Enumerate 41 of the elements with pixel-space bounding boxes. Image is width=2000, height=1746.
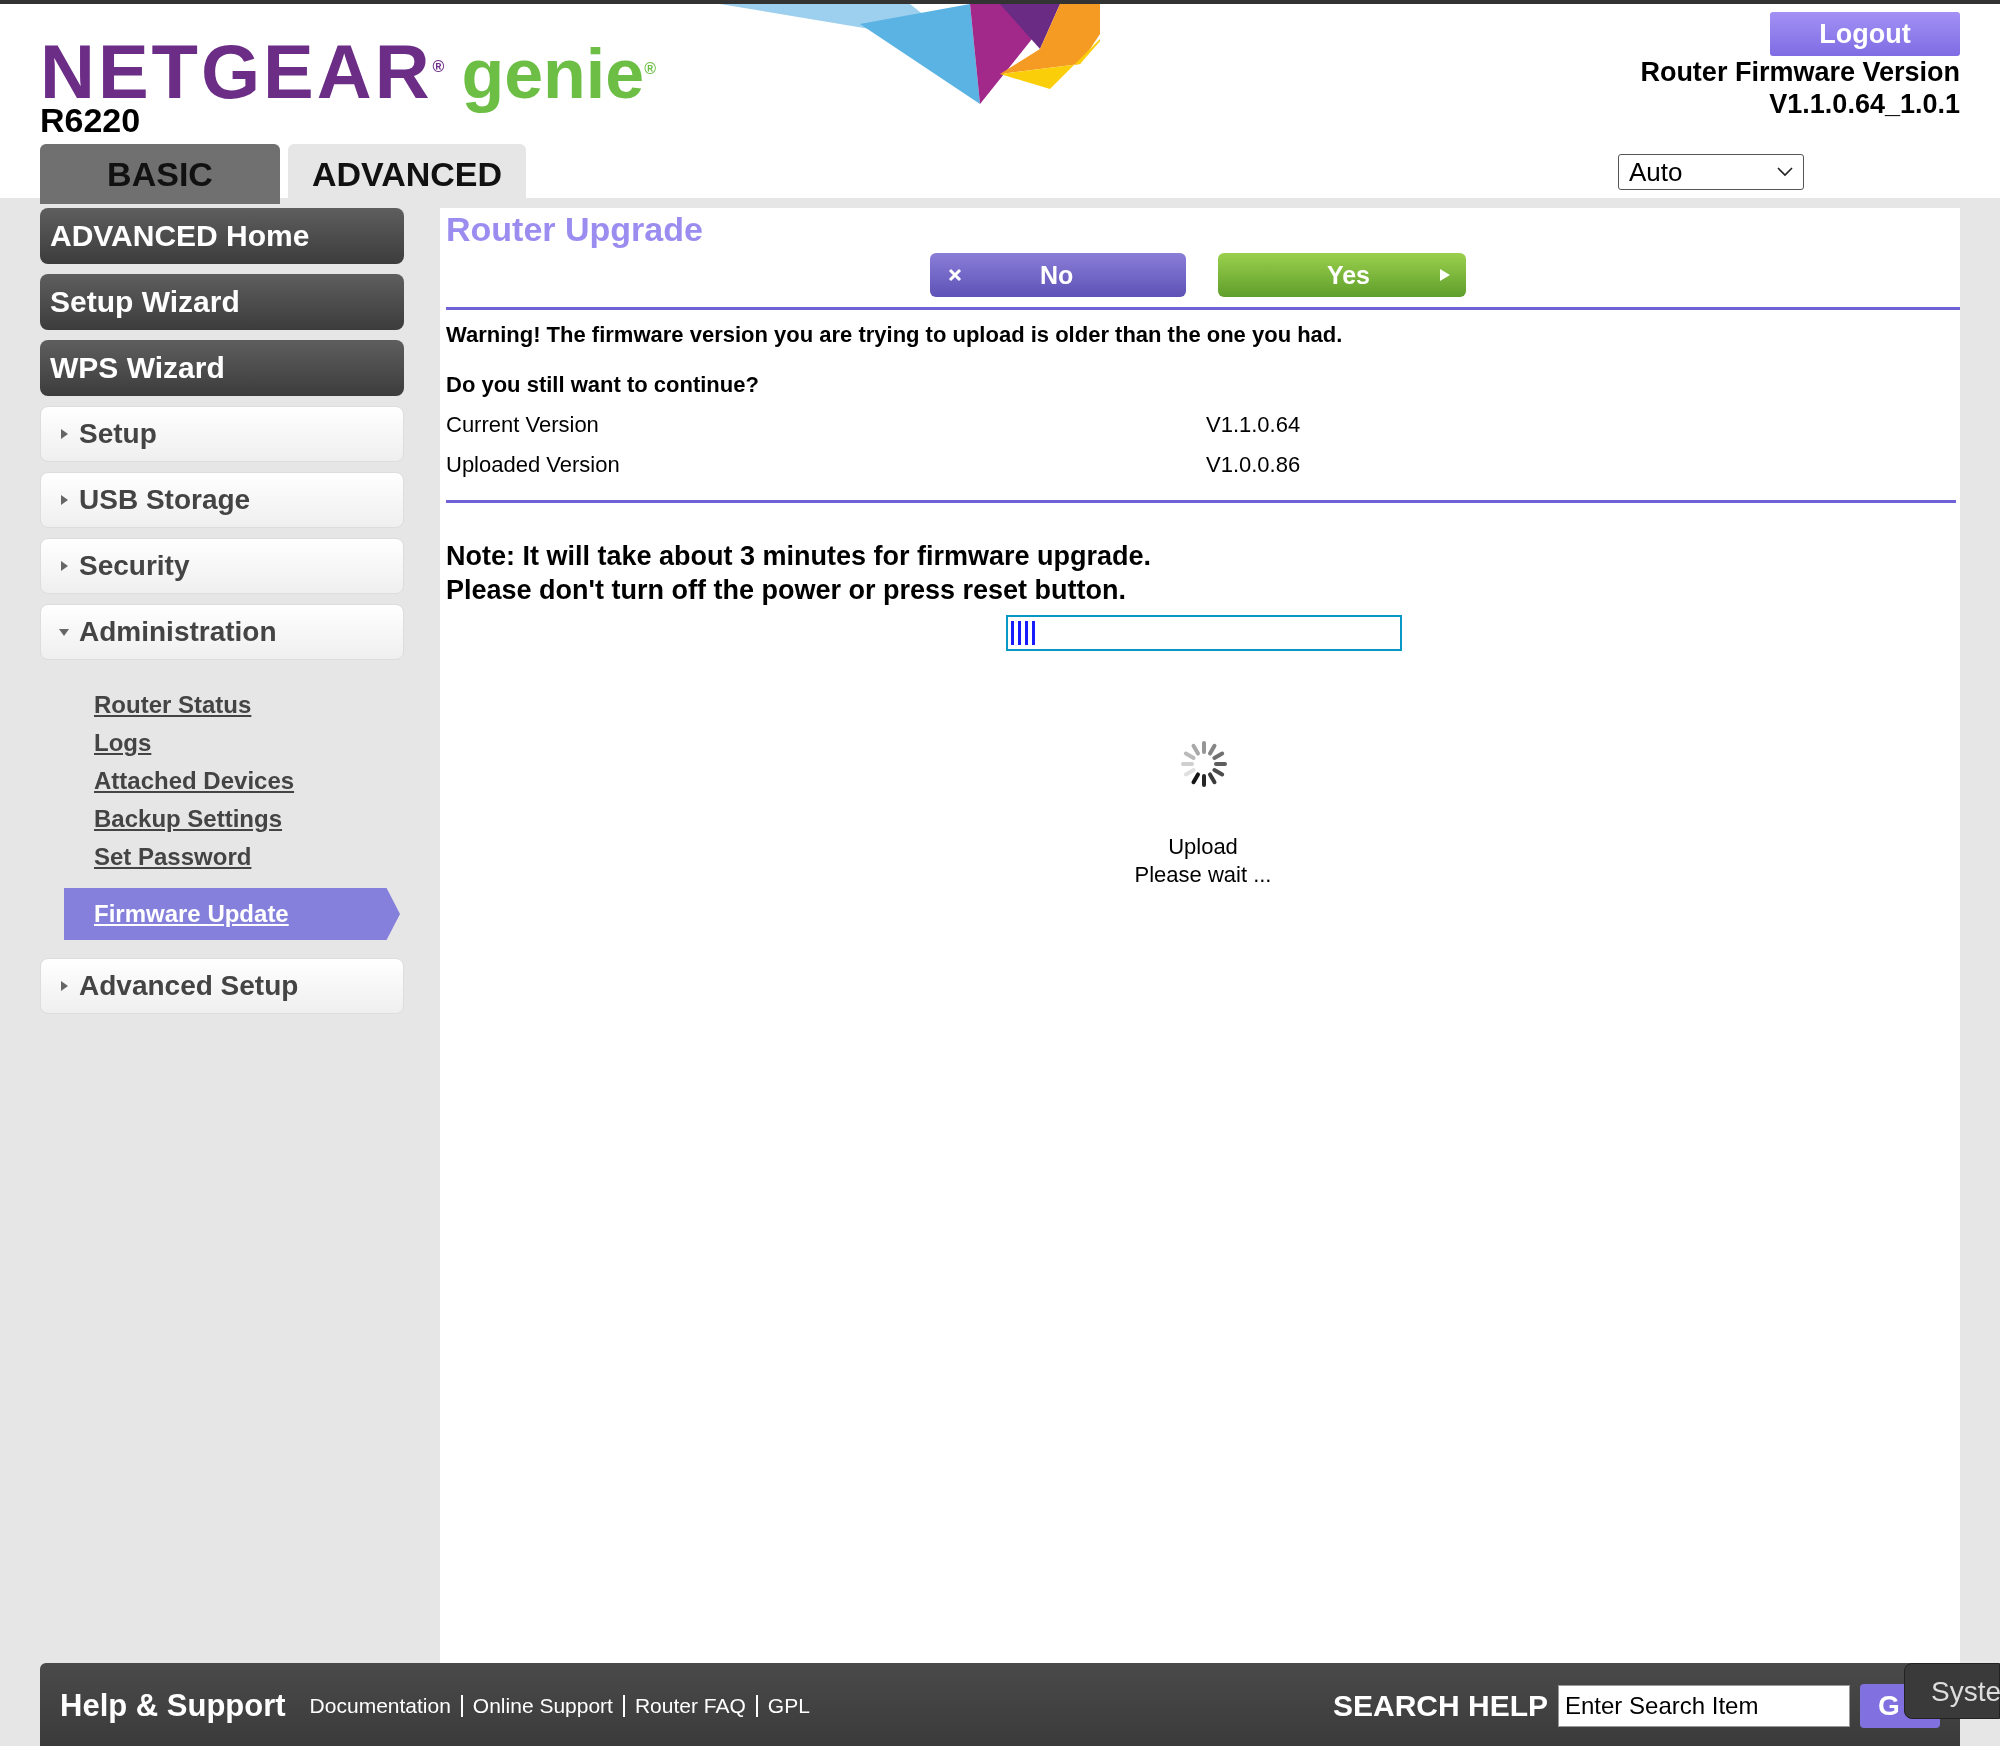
loading-spinner-icon — [1179, 739, 1229, 789]
warning-text: Warning! The firmware version you are trying to upload is older than the one you had. — [446, 322, 1344, 348]
menu-section[interactable]: Administration — [40, 604, 404, 660]
menu-section[interactable]: Security — [40, 538, 404, 594]
chevron-down-icon — [1777, 167, 1793, 177]
question-text: Do you still want to continue? — [446, 372, 760, 398]
version-label: Current Version — [446, 412, 600, 438]
menu-button[interactable]: ADVANCED Home — [40, 208, 404, 264]
page-title: Router Upgrade — [446, 210, 704, 249]
menu-button[interactable]: WPS Wizard — [40, 340, 404, 396]
note-text: Note: It will take about 3 minutes for firmware upgrade. — [446, 540, 1153, 573]
menu-button[interactable]: Setup Wizard — [40, 274, 404, 330]
menu-link[interactable]: Router Status — [64, 690, 252, 720]
search-field[interactable]: Enter Search Item — [1558, 1685, 1850, 1727]
version-label: Uploaded Version — [446, 452, 621, 478]
footer-link[interactable]: Router FAQ — [622, 1695, 756, 1717]
menu-link[interactable]: Backup Settings — [64, 804, 283, 834]
footer-link[interactable]: Documentation — [309, 1695, 461, 1717]
footer-link[interactable]: Online Support — [460, 1695, 623, 1717]
search-label: SEARCH HELP — [1332, 1689, 1548, 1723]
menu-section[interactable]: Advanced Setup — [40, 958, 404, 1014]
status-text: Upload — [1168, 833, 1238, 861]
firmware-label: Router Firmware Version — [1640, 56, 1960, 88]
menu-section[interactable]: USB Storage — [40, 472, 404, 528]
menu-link[interactable]: Set Password — [64, 842, 252, 872]
menu-section[interactable]: Setup — [40, 406, 404, 462]
tab[interactable]: BASIC — [40, 144, 280, 204]
version-value: V1.0.0.86 — [1206, 452, 1301, 478]
play-icon — [1440, 269, 1450, 281]
menu-link[interactable]: Logs — [64, 728, 152, 758]
no-button[interactable]: No — [930, 253, 1186, 297]
firmware-version: V1.1.0.64_1.0.1 — [1769, 88, 1960, 120]
menu-link[interactable]: Attached Devices — [64, 766, 295, 796]
version-value: V1.1.0.64 — [1206, 412, 1301, 438]
tooltip: Syste — [1904, 1663, 2000, 1719]
language-dropdown[interactable]: Auto — [1618, 154, 1804, 190]
help-title: Help & Support — [60, 1688, 286, 1724]
close-icon — [948, 268, 962, 282]
status-text: Please wait ... — [1134, 861, 1272, 889]
footer-link[interactable]: GPL — [755, 1695, 820, 1717]
note-text: Please don't turn off the power or press reset button. — [446, 574, 1127, 607]
